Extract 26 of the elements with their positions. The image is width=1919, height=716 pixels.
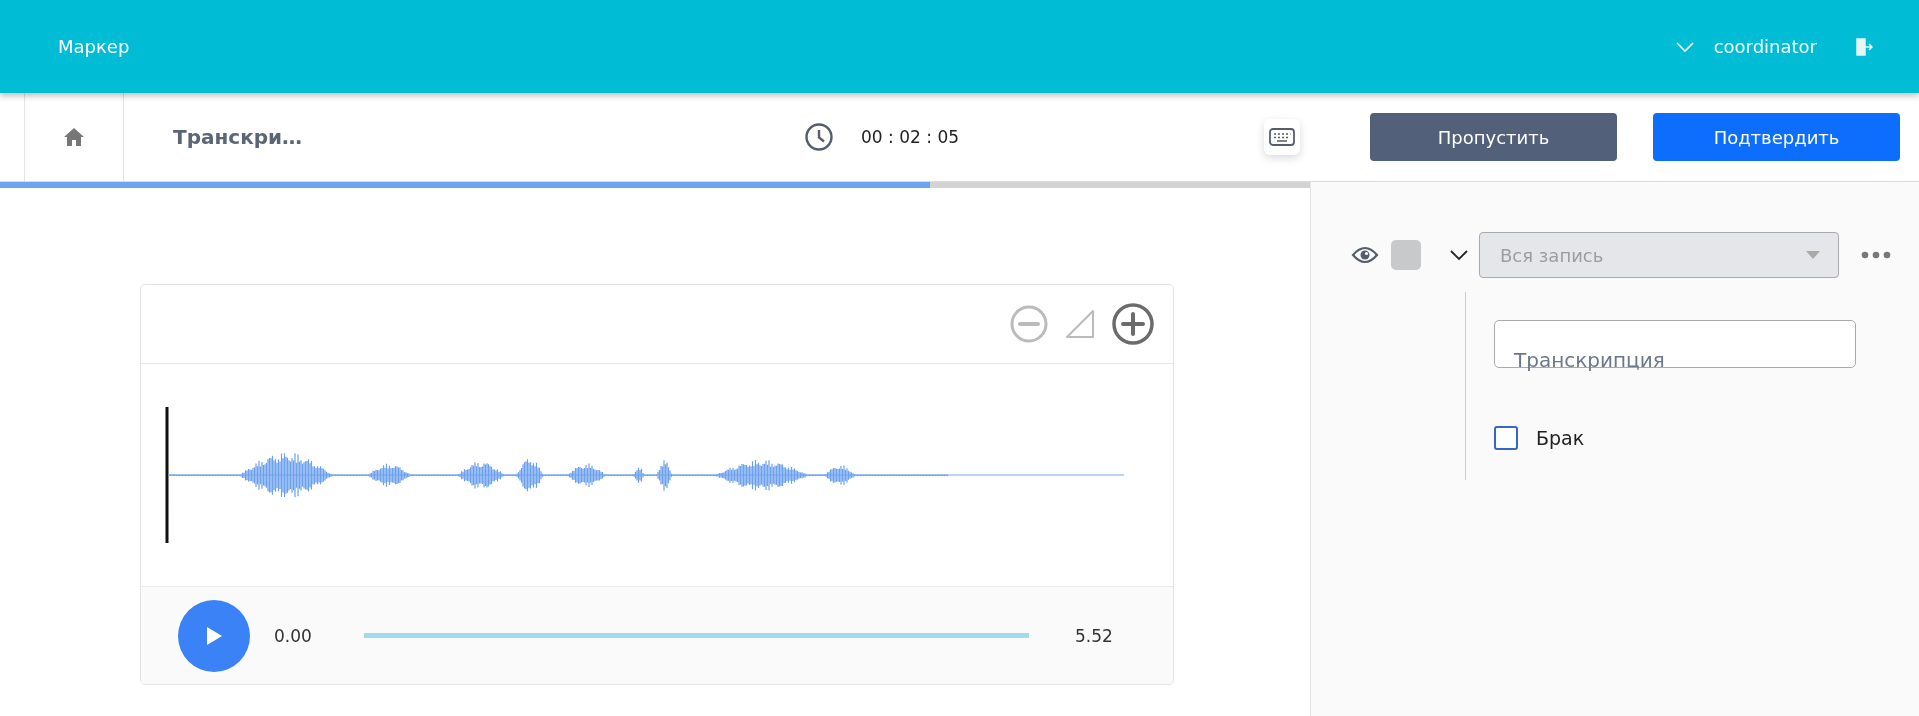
zoom-in-icon[interactable] (1111, 302, 1155, 346)
color-swatch[interactable] (1391, 240, 1421, 270)
skip-button[interactable]: Пропустить (1370, 113, 1618, 161)
triangle-icon (1065, 309, 1095, 339)
task-title: Транскри… (173, 125, 303, 149)
confirm-button[interactable]: Подтвердить (1653, 113, 1901, 161)
eye-icon[interactable] (1351, 246, 1379, 264)
field-label: Транскрипция (1514, 348, 1665, 372)
logout-icon[interactable] (1855, 36, 1873, 57)
more-icon[interactable] (1861, 251, 1891, 259)
keyboard-button[interactable] (1264, 119, 1301, 155)
waveform-drawing[interactable] (165, 407, 1125, 543)
play-icon (205, 625, 223, 646)
checkbox-label: Брак (1536, 427, 1585, 449)
caret-icon (1806, 251, 1820, 259)
home-button[interactable] (24, 93, 124, 181)
home-icon (63, 127, 85, 147)
app-title: Маркер (58, 36, 130, 57)
current-time: 0.00 (274, 625, 313, 646)
seek-track[interactable] (364, 633, 1029, 638)
keyboard-icon (1269, 128, 1296, 146)
defect-checkbox[interactable] (1494, 426, 1518, 450)
clock-icon (804, 122, 835, 152)
timer: 00 : 02 : 05 (861, 127, 960, 147)
chevron-down-icon[interactable] (1449, 249, 1469, 261)
duration: 5.52 (1075, 625, 1114, 646)
